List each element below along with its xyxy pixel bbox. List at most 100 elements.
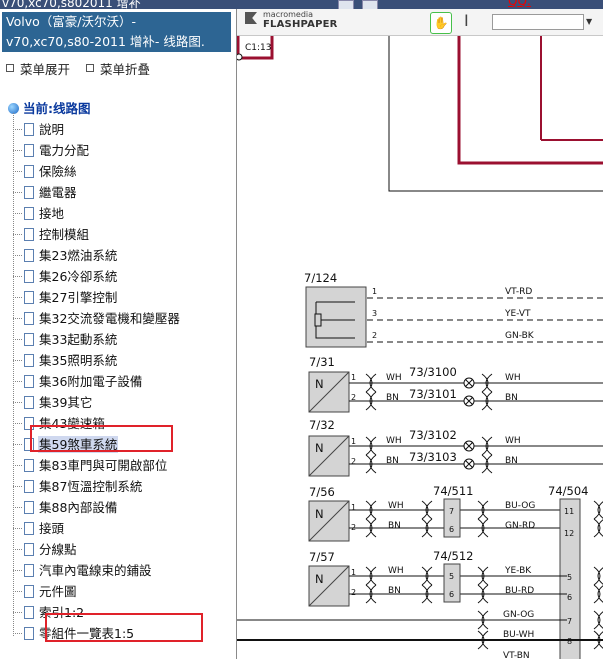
tree-item[interactable]: 保險絲 (13, 161, 78, 181)
tree-item[interactable]: 繼電器 (13, 182, 78, 202)
tree-connector (13, 150, 22, 151)
tree-connector (13, 402, 22, 403)
tree-item-label: 集88內部設備 (39, 500, 118, 515)
tree-item[interactable]: 集26冷卻系統 (13, 266, 118, 286)
tree-item[interactable]: 汽車內電線束的鋪設 (13, 560, 153, 580)
tree-item[interactable]: 集88內部設備 (13, 497, 118, 517)
tree-item[interactable]: 控制模組 (13, 224, 90, 244)
tree-item[interactable]: 集23燃油系統 (13, 245, 118, 265)
pin-label: 5 (449, 572, 454, 581)
document-icon (24, 606, 34, 619)
tree-root[interactable]: 当前:线路图 (8, 98, 91, 117)
tree-item-label: 元件圖 (39, 584, 77, 599)
pin-label: 2 (351, 588, 356, 597)
document-icon (24, 165, 34, 178)
i-beam-icon[interactable]: I (464, 11, 469, 30)
tree-connector (13, 213, 22, 214)
tree-item[interactable]: 集39其它 (13, 392, 93, 412)
tree-connector (13, 486, 22, 487)
tree-item-label: 說明 (39, 122, 65, 137)
conn-74-512-label: 74/512 (433, 549, 473, 563)
tree-connector (13, 465, 22, 466)
pin-label: 8 (567, 637, 572, 646)
tree-item-label: 集26冷卻系統 (39, 269, 118, 284)
conn-73-3100-label: 73/3100 (409, 365, 457, 379)
tree-connector (13, 297, 22, 298)
sidebar-title-line2: v70,xc70,s80-2011 增补- 线路图. (6, 34, 205, 49)
comp-7-124-label: 7/124 (304, 271, 337, 285)
tree-connector (13, 549, 22, 550)
pin-label: 7 (567, 617, 572, 626)
pin-label: 2 (372, 331, 377, 340)
tree-item-label: 集23燃油系統 (39, 248, 118, 263)
tree-item[interactable]: 元件圖 (13, 581, 78, 601)
search-input[interactable] (492, 14, 584, 30)
wire-color-label: YE-BK (504, 566, 532, 576)
dropdown-arrow-icon[interactable]: ▼ (586, 17, 592, 26)
wire-color-label: BU-RD (505, 586, 534, 596)
document-icon (24, 249, 34, 262)
pin-label: 7 (449, 507, 454, 516)
sidebar-title-line1: Volvo（富豪/沃尔沃）- (6, 14, 136, 29)
tree-connector (13, 339, 22, 340)
pin-label: 1 (351, 437, 356, 446)
tree-item-label: 汽車內電線束的鋪設 (39, 563, 152, 578)
tree-item-label: 分線點 (39, 542, 77, 557)
tree-connector (13, 234, 22, 235)
wire-color-label: BN (388, 586, 401, 596)
tree-item[interactable]: 分線點 (13, 539, 78, 559)
wire-color-label: BN (386, 456, 399, 466)
pin-label: 6 (567, 593, 572, 602)
tree-item-label: 集35照明系統 (39, 353, 118, 368)
sensor-letter: N (315, 377, 324, 391)
document-icon (24, 333, 34, 346)
tree-item-label: 集27引擎控制 (39, 290, 118, 305)
wire-color-label: YE-VT (504, 309, 531, 319)
tree-item[interactable]: 集83車門與可開啟部位 (13, 455, 168, 475)
pin-label: 1 (351, 373, 356, 382)
tree-item-label: 集83車門與可開啟部位 (39, 458, 168, 473)
tree-connector (13, 318, 22, 319)
pin-label: 6 (449, 525, 454, 534)
menu-tools: 菜单展开 菜单折叠 (6, 59, 150, 78)
window-button-icon[interactable] (338, 0, 354, 9)
document-icon (24, 123, 34, 136)
tree-item[interactable]: 集36附加電子設備 (13, 371, 143, 391)
hand-pan-icon[interactable]: ✋ (430, 12, 452, 34)
menu-expand-link[interactable]: 菜单展开 (20, 62, 70, 77)
comp-7-56-label: 7/56 (309, 485, 335, 499)
tree-item[interactable]: 集87恆溫控制系統 (13, 476, 143, 496)
tree-connector (13, 255, 22, 256)
wire-color-label: VT-RD (505, 287, 532, 297)
window-button-icon[interactable] (362, 0, 378, 9)
tree-item[interactable]: 集35照明系統 (13, 350, 118, 370)
tree-item[interactable]: 集33起動系統 (13, 329, 118, 349)
tree-connector (13, 507, 22, 508)
terminal-icon (237, 53, 243, 61)
tree-item[interactable]: 集32交流發電機和變壓器 (13, 308, 181, 328)
sidebar-title: Volvo（富豪/沃尔沃）- v70,xc70,s80-2011 增补- 线路图… (2, 12, 231, 52)
pin-label: 6 (449, 590, 454, 599)
pin-label: 2 (351, 457, 356, 466)
flashpaper-logo-icon (245, 12, 257, 24)
wire-color-label: GN-RD (505, 521, 535, 531)
wire-color-label: BU-OG (505, 501, 535, 511)
menu-collapse-link[interactable]: 菜单折叠 (100, 62, 150, 77)
wire-connector-icon (593, 610, 603, 630)
tree-item-label: 接頭 (39, 521, 65, 536)
tree-item[interactable]: 接頭 (13, 518, 65, 538)
document-icon (24, 627, 34, 640)
qq-link[interactable]: QQ: (508, 0, 531, 8)
tree-connector (13, 360, 22, 361)
tree-item[interactable]: 電力分配 (13, 140, 90, 160)
tree-item[interactable]: 接地 (13, 203, 65, 223)
pin-label: 1 (351, 503, 356, 512)
wiring-diagram[interactable]: C1:13 7/124 1 3 2 VT-RD YE-VT GN-BK 7/31… (237, 36, 603, 659)
wire-color-label: BN (386, 393, 399, 403)
comp-7-31-label: 7/31 (309, 355, 335, 369)
pin-label: 12 (564, 529, 574, 538)
pin-label: 3 (372, 309, 377, 318)
tree-item[interactable]: 說明 (13, 119, 65, 139)
tree-item[interactable]: 集27引擎控制 (13, 287, 118, 307)
wire-color-label: WH (505, 436, 521, 446)
